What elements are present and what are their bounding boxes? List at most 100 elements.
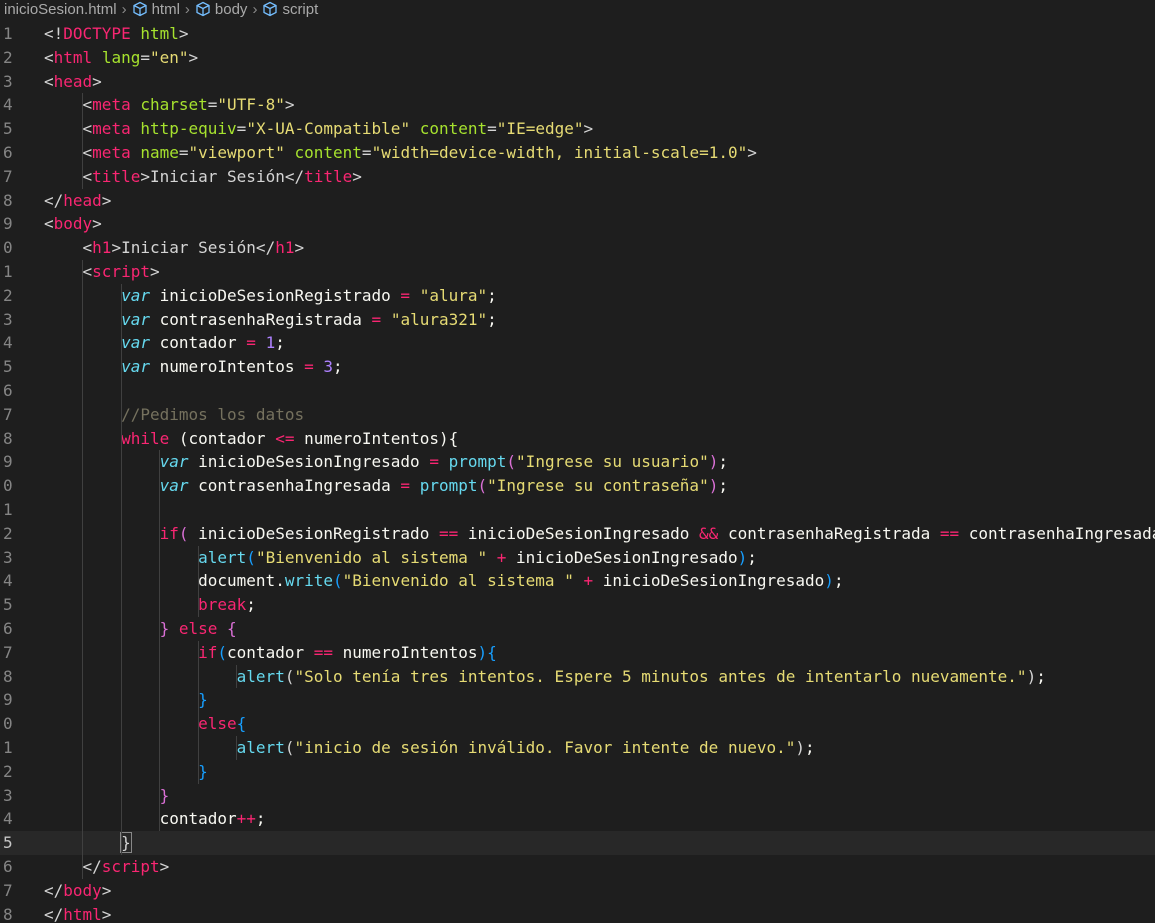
line-number[interactable]: 2 <box>3 284 33 308</box>
line-number[interactable]: 1 <box>3 260 33 284</box>
code-token: < <box>44 71 54 91</box>
line-number[interactable]: 4 <box>3 807 33 831</box>
code-line[interactable]: 3 } <box>0 784 1155 808</box>
line-number[interactable]: 8 <box>3 665 33 689</box>
code-line[interactable]: 9 <body> <box>0 212 1155 236</box>
line-number[interactable]: 2 <box>3 522 33 546</box>
line-number[interactable]: 6 <box>3 141 33 165</box>
line-number[interactable]: 2 <box>3 760 33 784</box>
line-number[interactable]: 0 <box>3 236 33 260</box>
line-number[interactable]: 9 <box>3 212 33 236</box>
breadcrumb-file[interactable]: inicioSesion.html <box>4 0 117 20</box>
code-line[interactable]: 2 <html lang="en"> <box>0 46 1155 70</box>
breadcrumb-item-body[interactable]: body <box>195 0 247 20</box>
code-line[interactable]: 1 <box>0 498 1155 522</box>
code-line[interactable]: 9 var inicioDeSesionIngresado = prompt("… <box>0 450 1155 474</box>
code-line[interactable]: 1 <script> <box>0 260 1155 284</box>
code-token: inicioDeSesionIngresado <box>593 571 825 591</box>
line-number[interactable]: 9 <box>3 688 33 712</box>
code-line[interactable]: 0 else{ <box>0 712 1155 736</box>
code-line[interactable]: 7 <title>Iniciar Sesión</title> <box>0 165 1155 189</box>
line-number[interactable]: 3 <box>3 308 33 332</box>
line-number[interactable]: 1 <box>3 498 33 522</box>
code-line[interactable]: 4 var contador = 1; <box>0 331 1155 355</box>
line-number[interactable]: 1 <box>3 22 33 46</box>
line-number[interactable]: 6 <box>3 379 33 403</box>
code-line[interactable]: 1 <!DOCTYPE html> <box>0 22 1155 46</box>
code-line[interactable]: 3 <head> <box>0 70 1155 94</box>
line-number[interactable]: 8 <box>3 427 33 451</box>
line-number[interactable]: 0 <box>3 474 33 498</box>
line-number[interactable]: 8 <box>3 189 33 213</box>
line-number[interactable]: 4 <box>3 93 33 117</box>
code-line[interactable]: 5 break; <box>0 593 1155 617</box>
code-line[interactable]: 3 alert("Bienvenido al sistema " + inici… <box>0 546 1155 570</box>
line-number[interactable]: 7 <box>3 879 33 903</box>
code-text: var inicioDeSesionRegistrado = "alura"; <box>44 284 497 308</box>
code-editor[interactable]: 1 <!DOCTYPE html> 2 <html lang="en"> 3 <head>… <box>0 22 1155 923</box>
line-number[interactable]: 8 <box>3 903 33 923</box>
line-number[interactable]: 2 <box>3 46 33 70</box>
code-token: ; <box>275 333 285 353</box>
line-number[interactable]: 3 <box>3 784 33 808</box>
line-number[interactable]: 4 <box>3 331 33 355</box>
line-number[interactable]: 7 <box>3 403 33 427</box>
code-line[interactable]: 6 <box>0 379 1155 403</box>
code-token: </ <box>44 190 64 210</box>
line-number[interactable]: 7 <box>3 165 33 189</box>
code-token: ; <box>805 738 815 757</box>
code-line[interactable]: 4 <meta charset="UTF-8"> <box>0 93 1155 117</box>
code-token: < <box>44 238 93 258</box>
code-line[interactable]: 6 </script> <box>0 855 1155 879</box>
line-number[interactable]: 0 <box>3 712 33 736</box>
code-line[interactable]: 5 <meta http-equiv="X-UA-Compatible" con… <box>0 117 1155 141</box>
breadcrumb-item-html[interactable]: html <box>132 0 180 20</box>
code-line[interactable]: 8 alert("Solo tenía tres intentos. Esper… <box>0 665 1155 689</box>
line-number[interactable]: 5 <box>3 831 33 855</box>
code-line[interactable]: 6 } else { <box>0 617 1155 641</box>
code-line[interactable]: 7 //Pedimos los datos <box>0 403 1155 427</box>
code-line[interactable]: 9 } <box>0 688 1155 712</box>
line-number[interactable]: 4 <box>3 569 33 593</box>
code-token: script <box>92 262 150 281</box>
code-line[interactable]: 0 <h1>Iniciar Sesión</h1> <box>0 236 1155 260</box>
line-number[interactable]: 5 <box>3 117 33 141</box>
code-token: "inicio de sesión inválido. Favor intent… <box>294 738 796 757</box>
code-line[interactable]: 4 document.write("Bienvenido al sistema … <box>0 569 1155 593</box>
code-line[interactable]: 0 var contrasenhaIngresada = prompt("Ing… <box>0 474 1155 498</box>
code-token: charset <box>140 95 208 115</box>
code-token: > <box>583 119 594 139</box>
line-number[interactable]: 9 <box>3 450 33 474</box>
line-number[interactable]: 5 <box>3 593 33 617</box>
code-line[interactable]: 2 } <box>0 760 1155 784</box>
line-number[interactable]: 5 <box>3 355 33 379</box>
line-number[interactable]: 6 <box>3 617 33 641</box>
code-line[interactable]: 2 if( inicioDeSesionRegistrado == inicio… <box>0 522 1155 546</box>
line-number[interactable]: 3 <box>3 70 33 94</box>
code-token: meta <box>92 119 131 139</box>
code-line[interactable]: 6 <meta name="viewport" content="width=d… <box>0 141 1155 165</box>
code-line[interactable]: 2 var inicioDeSesionRegistrado = "alura"… <box>0 284 1155 308</box>
line-number[interactable]: 7 <box>3 641 33 665</box>
code-line[interactable]: 7 </body> <box>0 879 1155 903</box>
code-token: ( <box>217 642 228 662</box>
line-number[interactable]: 3 <box>3 546 33 570</box>
code-line[interactable]: 4 contador++; <box>0 807 1155 831</box>
code-line[interactable]: 5 var numeroIntentos = 3; <box>0 355 1155 379</box>
breadcrumb-item-script[interactable]: script <box>262 0 318 20</box>
code-line[interactable]: 8 while (contador <= numeroIntentos){ <box>0 427 1155 451</box>
line-number[interactable]: 1 <box>3 736 33 760</box>
code-line[interactable]: 3 var contrasenhaRegistrada = "alura321"… <box>0 308 1155 332</box>
code-line[interactable]: 7 if(contador == numeroIntentos){ <box>0 641 1155 665</box>
code-line[interactable]: 1 alert("inicio de sesión inválido. Favo… <box>0 736 1155 760</box>
code-token: < <box>44 95 93 115</box>
code-line[interactable]: 8 </head> <box>0 189 1155 213</box>
line-number[interactable]: 6 <box>3 855 33 879</box>
code-token: html <box>63 904 102 923</box>
code-line[interactable]: 8 </html> <box>0 903 1155 923</box>
code-line[interactable]: 5 } <box>0 831 1155 855</box>
